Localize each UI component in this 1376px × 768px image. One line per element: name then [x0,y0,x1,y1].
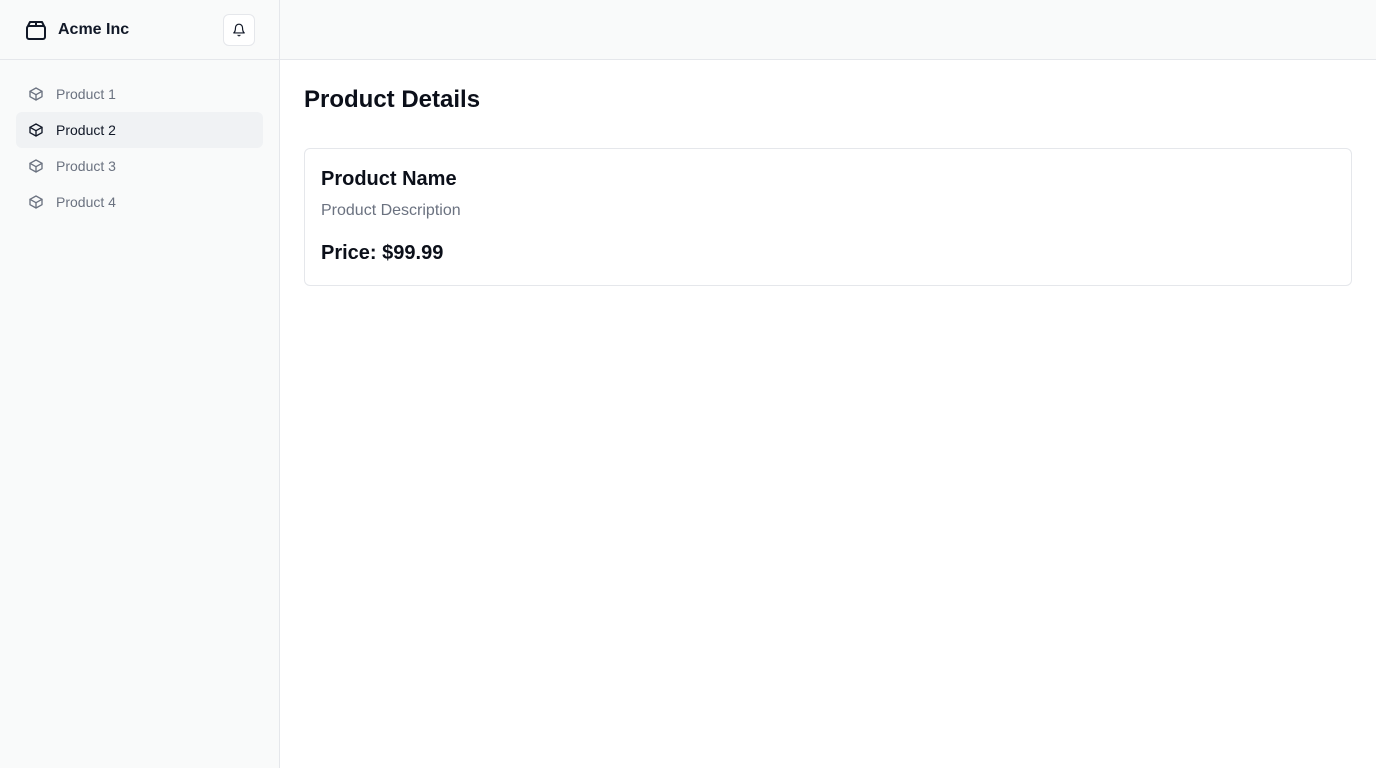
sidebar-nav: Product 1 Product 2 Product 3 Product 4 [0,60,279,236]
sidebar-item-product-4[interactable]: Product 4 [16,184,263,220]
brand-name: Acme Inc [58,20,130,38]
product-description: Product Description [321,202,461,219]
cube-icon [28,122,44,138]
top-bar [280,0,1376,60]
bell-icon [232,23,246,37]
sidebar-item-label: Product 3 [56,158,116,174]
product-price: Price: $99.99 [321,242,444,264]
sidebar-item-label: Product 2 [56,122,116,138]
notifications-button[interactable] [223,13,255,46]
cube-icon [28,86,44,102]
cube-icon [28,194,44,210]
package-icon [24,18,48,42]
content: Product Details Product Name Product Des… [280,60,1376,312]
sidebar-item-label: Product 4 [56,194,116,210]
app-shell: Acme Inc Product 1 Product 2 Product 3 P… [0,0,1376,768]
sidebar-header: Acme Inc [0,0,279,60]
sidebar-item-product-3[interactable]: Product 3 [16,148,263,184]
sidebar: Acme Inc Product 1 Product 2 Product 3 P… [0,0,280,768]
main-area: Product Details Product Name Product Des… [280,0,1376,768]
page-title: Product Details [304,86,481,113]
sidebar-item-label: Product 1 [56,86,116,102]
product-name: Product Name [321,168,457,190]
sidebar-item-product-2[interactable]: Product 2 [16,112,263,148]
brand[interactable]: Acme Inc [24,18,129,42]
sidebar-item-product-1[interactable]: Product 1 [16,76,263,112]
product-card: Product Name Product Description Price: … [304,148,1352,286]
cube-icon [28,158,44,174]
